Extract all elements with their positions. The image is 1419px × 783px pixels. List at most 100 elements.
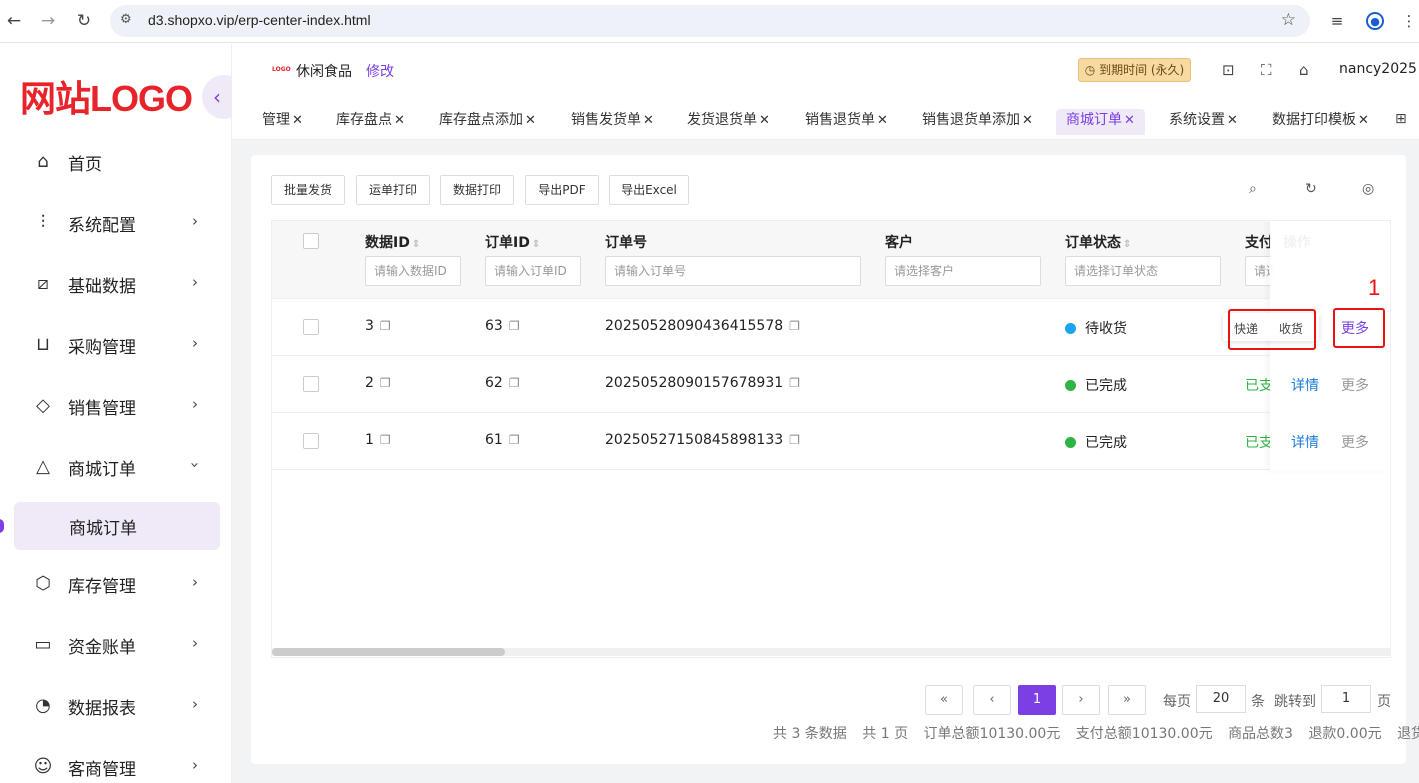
tab-manage[interactable]: 管理 ✕ [262,109,303,135]
sidebar-item-purchase[interactable]: ⊔ 采购管理 › [0,320,231,370]
copy-icon[interactable]: ❐ [509,376,520,390]
page-number-button[interactable]: 1 [1018,685,1056,715]
tab-stock-count[interactable]: 库存盘点 ✕ [336,109,405,135]
copy-icon[interactable]: ❐ [509,433,520,447]
tab-print-templates[interactable]: 数据打印模板 ✕ [1272,109,1369,135]
order-status-filter[interactable]: 请选择订单状态 [1065,256,1221,286]
sidebar-item-sales[interactable]: ◇ 销售管理 › [0,381,231,431]
copy-icon[interactable]: ❐ [789,433,800,447]
waybill-print-button[interactable]: 运单打印 [356,175,430,205]
header-order-id[interactable]: 订单ID ⇕ [485,232,540,252]
row-checkbox[interactable] [303,433,319,449]
tab-label: 系统设置 [1169,112,1225,128]
summary-returns: 退货0 [1397,726,1419,742]
next-page-button[interactable]: › [1062,685,1100,715]
sidebar-item-base-data[interactable]: ⧄ 基础数据 › [0,259,231,309]
tab-sales-delivery[interactable]: 销售发货单 ✕ [571,109,654,135]
copy-icon[interactable]: ❐ [380,319,391,333]
sidebar-item-system-config[interactable]: ⫶ 系统配置 › [0,198,231,248]
sort-icon[interactable]: ⇕ [412,239,420,250]
sort-icon[interactable]: ⇕ [532,239,540,250]
site-settings-icon[interactable]: ⚙ [120,12,132,27]
settings-icon[interactable]: ◎ [1362,181,1374,197]
collapse-sidebar-button[interactable]: ‹ [202,75,231,119]
close-icon[interactable]: ✕ [759,113,770,128]
export-excel-button[interactable]: 导出Excel [609,175,689,205]
row-checkbox[interactable] [303,319,319,335]
bookmark-star-icon[interactable]: ☆ [1281,10,1296,30]
media-icon[interactable]: ≡ [1327,11,1347,31]
copy-icon[interactable]: ❐ [380,376,391,390]
sort-icon[interactable]: ⇕ [1123,239,1131,250]
prev-page-button[interactable]: ‹ [973,685,1011,715]
header-data-id[interactable]: 数据ID ⇕ [365,232,420,252]
tab-sales-return[interactable]: 销售退货单 ✕ [805,109,888,135]
forward-arrow-icon[interactable]: → [38,11,58,31]
grid-icon[interactable]: ⊞ [1395,111,1407,127]
fullscreen-icon[interactable]: ⛶ [1261,61,1272,79]
data-id-filter[interactable]: 请输入数据ID [365,256,461,286]
more-button[interactable]: 更多 [1341,432,1369,452]
close-icon[interactable]: ✕ [1227,113,1238,128]
order-no-filter[interactable]: 请输入订单号 [605,256,861,286]
first-page-button[interactable]: « [925,685,963,715]
username[interactable]: nancy2025 [1339,61,1417,77]
detail-link[interactable]: 详情 [1291,375,1319,395]
close-icon[interactable]: ✕ [292,113,303,128]
home-icon[interactable]: ⌂ [1299,61,1309,79]
close-icon[interactable]: ✕ [877,113,888,128]
url-text[interactable]: d3.shopxo.vip/erp-center-index.html [148,12,371,28]
copy-icon[interactable]: ❐ [789,376,800,390]
address-bar[interactable]: ⚙ d3.shopxo.vip/erp-center-index.html ☆ [110,5,1310,37]
jump-page-input[interactable]: 1 [1321,685,1371,713]
sidebar-item-home[interactable]: ⌂ 首页 [0,137,231,187]
sidebar-subitem-mall-orders[interactable]: 商城订单 [14,502,220,550]
copy-icon[interactable]: ❐ [380,433,391,447]
tab-delivery-return[interactable]: 发货退货单 ✕ [687,109,770,135]
tab-sales-return-add[interactable]: 销售退货单添加 ✕ [922,109,1033,135]
back-arrow-icon[interactable]: ← [4,11,24,31]
copy-icon[interactable]: ❐ [509,319,520,333]
row-checkbox[interactable] [303,376,319,392]
edit-shop-link[interactable]: 修改 [366,61,394,81]
close-icon[interactable]: ✕ [1358,113,1369,128]
select-all-checkbox[interactable] [303,233,319,249]
refresh-icon[interactable]: ↻ [1305,181,1317,197]
detail-link[interactable]: 详情 [1291,432,1319,452]
more-button[interactable]: 更多 [1341,375,1369,395]
tab-stock-count-add[interactable]: 库存盘点添加 ✕ [439,109,536,135]
header-order-status[interactable]: 订单状态 ⇕ [1065,232,1131,252]
export-pdf-button[interactable]: 导出PDF [525,175,599,205]
horizontal-scrollbar[interactable] [272,648,1390,656]
scroll-thumb[interactable] [272,648,505,656]
translate-icon[interactable]: ⊡ [1222,61,1235,79]
close-icon[interactable]: ✕ [394,113,405,128]
copy-icon[interactable]: ❐ [789,319,800,333]
customer-filter[interactable]: 请选择客户 [885,256,1041,286]
order-status-cell: 待收货 [1065,318,1127,338]
profile-icon[interactable]: ● [1366,12,1384,30]
close-icon[interactable]: ✕ [643,113,654,128]
search-icon[interactable]: ⌕ [1249,181,1257,197]
close-icon[interactable]: ✕ [525,113,536,128]
active-indicator [0,519,4,533]
sidebar-item-inventory[interactable]: ⬡ 库存管理 › [0,559,231,609]
summary-order-amount: 订单总额10130.00元 [923,726,1061,742]
reload-icon[interactable]: ↻ [74,11,94,31]
data-print-button[interactable]: 数据打印 [440,175,514,205]
sidebar-item-funds[interactable]: ▭ 资金账单 › [0,620,231,670]
browser-menu-icon[interactable]: ⋮ [1399,11,1419,31]
close-icon[interactable]: ✕ [1124,113,1135,128]
sidebar-item-merchants[interactable]: ☺ 客商管理 › [0,742,231,783]
tab-system-settings[interactable]: 系统设置 ✕ [1169,109,1238,135]
sidebar-item-mall-orders[interactable]: △ 商城订单 › [0,442,231,492]
close-icon[interactable]: ✕ [1022,113,1033,128]
sidebar-item-reports[interactable]: ◔ 数据报表 › [0,681,231,731]
tab-bar: 管理 ✕ 库存盘点 ✕ 库存盘点添加 ✕ 销售发货单 ✕ 发货退货单 ✕ 销售退货单 ✕ 销… [232,100,1419,140]
per-page-input[interactable]: 20 [1196,685,1246,713]
batch-ship-button[interactable]: 批量发货 [271,175,345,205]
summary-goods-count: 商品总数3 [1228,726,1293,742]
last-page-button[interactable]: » [1108,685,1146,715]
order-id-filter[interactable]: 请输入订单ID [485,256,581,286]
tab-mall-orders[interactable]: 商城订单 ✕ [1056,109,1145,135]
